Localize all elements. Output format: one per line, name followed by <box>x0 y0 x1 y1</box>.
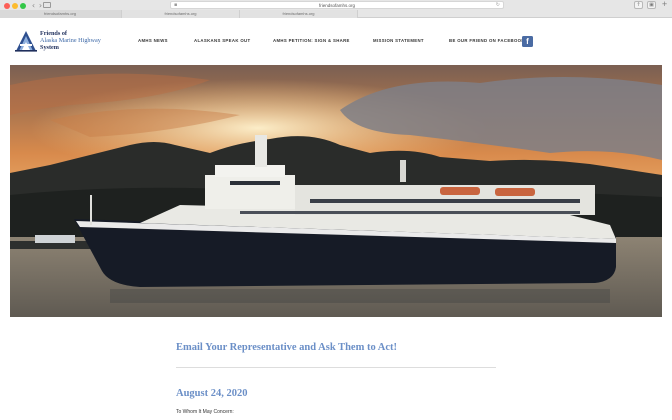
hero-image <box>10 65 662 317</box>
browser-tab[interactable]: friendsofamhs.org <box>240 10 358 18</box>
logo-text-line-2: Alaska Marine Highway <box>40 37 101 44</box>
browser-tab[interactable]: friendsofamhs.org <box>0 10 122 18</box>
post-date: August 24, 2020 <box>176 388 248 399</box>
browser-tab[interactable]: friendsofamhs.org <box>122 10 240 18</box>
ferry-photo <box>10 65 662 317</box>
site-logo[interactable]: Friends of Alaska Marine Highway System <box>14 30 110 52</box>
zoom-window-button[interactable] <box>20 3 26 9</box>
address-bar-url: friendsofamhs.org <box>318 3 356 8</box>
sidebar-icon[interactable] <box>43 2 51 8</box>
logo-text-line-3: System <box>40 44 59 51</box>
tabs-icon[interactable]: ▣ <box>647 1 656 9</box>
nav-item-mission-statement[interactable]: MISSION STATEMENT <box>373 38 424 44</box>
facebook-icon[interactable]: f <box>522 36 533 47</box>
nav-item-facebook[interactable]: BE OUR FRIEND ON FACEBOOK <box>449 38 525 44</box>
letter-salutation: To Whom It May Concern: <box>176 409 234 415</box>
address-bar[interactable]: ▪ friendsofamhs.org ↻ <box>170 1 504 9</box>
share-icon[interactable]: ↑ <box>634 1 643 9</box>
browser-toolbar: ‹ › ▪ friendsofamhs.org ↻ ↑ ▣ + friendso… <box>0 0 672 18</box>
nav-item-amhs-news[interactable]: AMHS NEWS <box>138 38 168 44</box>
logo-a-mark-icon <box>15 31 37 52</box>
close-window-button[interactable] <box>4 3 10 9</box>
reload-icon[interactable]: ↻ <box>496 2 500 9</box>
nav-item-petition[interactable]: AMHS PETITION: SIGN & SHARE <box>273 38 350 44</box>
page-heading: Email Your Representative and Ask Them t… <box>176 342 397 353</box>
minimize-window-button[interactable] <box>12 3 18 9</box>
divider <box>176 367 496 368</box>
nav-item-alaskans-speak-out[interactable]: ALASKANS SPEAK OUT <box>194 38 250 44</box>
new-tab-icon[interactable]: + <box>660 1 669 9</box>
tab-bar: friendsofamhs.org friendsofamhs.org frie… <box>0 10 672 18</box>
logo-text-line-1: Friends of <box>40 30 67 37</box>
